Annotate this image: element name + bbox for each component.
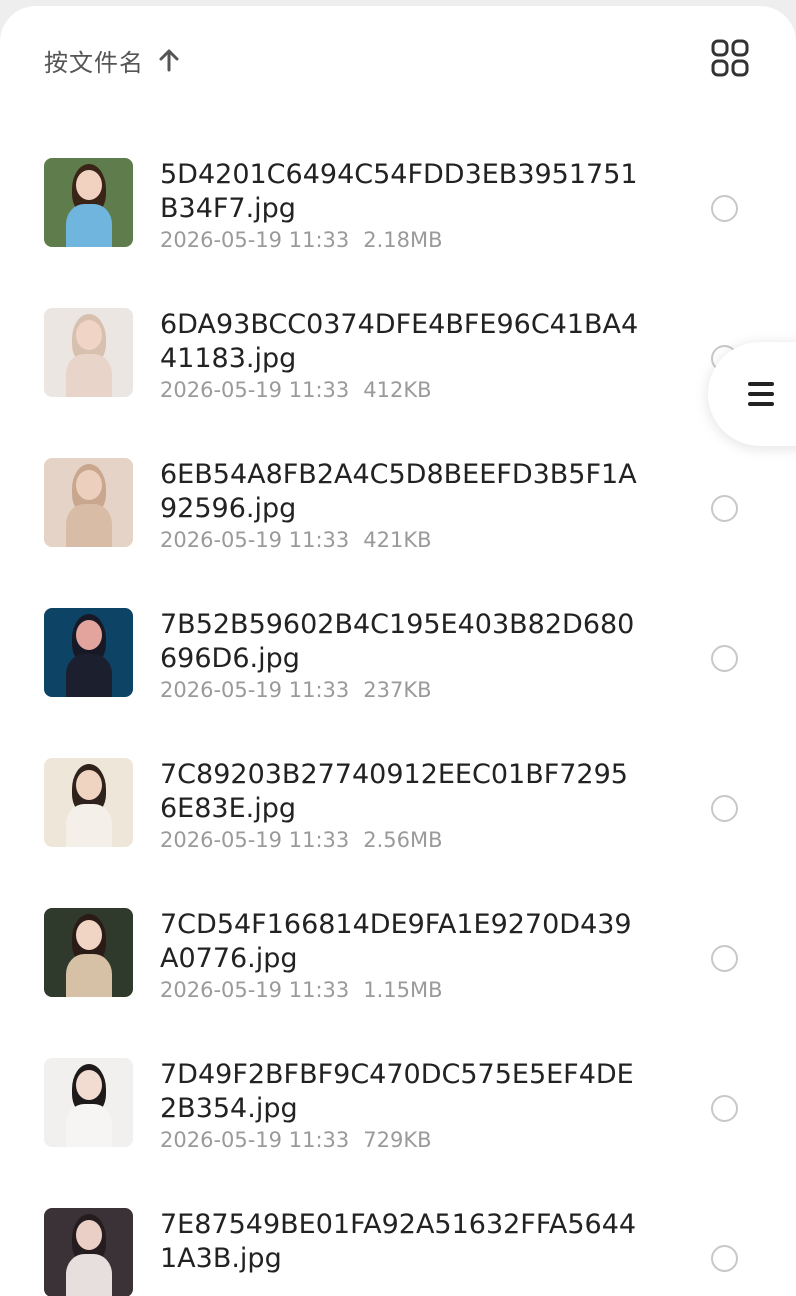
file-list-item[interactable]: 7C89203B27740912EEC01BF72956E83E.jpg 202… <box>0 718 796 868</box>
file-list-item[interactable]: 6EB54A8FB2A4C5D8BEEFD3B5F1A92596.jpg 202… <box>0 418 796 568</box>
select-checkbox[interactable] <box>711 645 738 672</box>
file-meta: 2026-05-19 11:33 729KB <box>160 1128 432 1152</box>
file-date: 2026-05-19 11:33 <box>160 678 350 702</box>
image-thumbnail <box>44 608 133 697</box>
select-checkbox[interactable] <box>711 1095 738 1122</box>
select-checkbox[interactable] <box>711 495 738 522</box>
file-name: 7B52B59602B4C195E403B82D680696D6.jpg <box>160 609 635 674</box>
file-list: 5D4201C6494C54FDD3EB3951751B34F7.jpg 202… <box>0 118 796 1296</box>
file-meta: 2026-05-19 11:33 1.15MB <box>160 978 443 1002</box>
file-meta <box>160 1278 174 1296</box>
file-date: 2026-05-19 11:33 <box>160 1128 350 1152</box>
file-date: 2026-05-19 11:33 <box>160 978 350 1002</box>
image-thumbnail <box>44 158 133 247</box>
list-header: 按文件名 <box>0 6 796 116</box>
grid-view-icon <box>711 39 749 81</box>
file-size: 412KB <box>363 378 432 402</box>
file-meta: 2026-05-19 11:33 412KB <box>160 378 432 402</box>
image-thumbnail <box>44 308 133 397</box>
file-name: 6EB54A8FB2A4C5D8BEEFD3B5F1A92596.jpg <box>160 459 637 524</box>
file-meta: 2026-05-19 11:33 2.18MB <box>160 228 443 252</box>
file-size: 2.18MB <box>363 228 443 252</box>
grid-view-button[interactable] <box>704 34 756 86</box>
select-checkbox[interactable] <box>711 195 738 222</box>
image-thumbnail <box>44 458 133 547</box>
image-thumbnail <box>44 1058 133 1147</box>
image-thumbnail <box>44 908 133 997</box>
file-name: 7E87549BE01FA92A51632FFA56441A3B.jpg <box>160 1209 637 1274</box>
file-size: 2.56MB <box>363 828 443 852</box>
select-checkbox[interactable] <box>711 795 738 822</box>
file-meta: 2026-05-19 11:33 421KB <box>160 528 432 552</box>
file-name: 7CD54F166814DE9FA1E9270D439A0776.jpg <box>160 909 632 974</box>
file-name: 6DA93BCC0374DFE4BFE96C41BA441183.jpg <box>160 309 639 374</box>
sort-label: 按文件名 <box>44 48 144 77</box>
file-list-item[interactable]: 7D49F2BFBF9C470DC575E5EF4DE2B354.jpg 202… <box>0 1018 796 1168</box>
arrow-up-icon <box>158 48 180 72</box>
sort-by-name-button[interactable]: 按文件名 <box>44 40 180 80</box>
file-size: 421KB <box>363 528 432 552</box>
menu-icon <box>748 381 774 407</box>
file-name: 5D4201C6494C54FDD3EB3951751B34F7.jpg <box>160 159 638 224</box>
file-size: 1.15MB <box>363 978 443 1002</box>
file-list-item[interactable]: 7CD54F166814DE9FA1E9270D439A0776.jpg 202… <box>0 868 796 1018</box>
file-list-item[interactable]: 5D4201C6494C54FDD3EB3951751B34F7.jpg 202… <box>0 118 796 268</box>
select-checkbox[interactable] <box>711 1245 738 1272</box>
file-size: 237KB <box>363 678 432 702</box>
image-thumbnail <box>44 1208 133 1296</box>
file-date: 2026-05-19 11:33 <box>160 378 350 402</box>
file-name: 7D49F2BFBF9C470DC575E5EF4DE2B354.jpg <box>160 1059 634 1124</box>
file-list-sheet: 按文件名 5D4201C6494C54FDD3EB3951751B34F7.jp… <box>0 6 796 1296</box>
file-list-item[interactable]: 6DA93BCC0374DFE4BFE96C41BA441183.jpg 202… <box>0 268 796 418</box>
file-date: 2026-05-19 11:33 <box>160 828 350 852</box>
file-size: 729KB <box>363 1128 432 1152</box>
file-date: 2026-05-19 11:33 <box>160 228 350 252</box>
file-list-item[interactable]: 7B52B59602B4C195E403B82D680696D6.jpg 202… <box>0 568 796 718</box>
file-meta: 2026-05-19 11:33 2.56MB <box>160 828 443 852</box>
file-date: 2026-05-19 11:33 <box>160 528 350 552</box>
image-thumbnail <box>44 758 133 847</box>
select-checkbox[interactable] <box>711 945 738 972</box>
file-list-item[interactable]: 7E87549BE01FA92A51632FFA56441A3B.jpg <box>0 1168 796 1296</box>
file-name: 7C89203B27740912EEC01BF72956E83E.jpg <box>160 759 628 824</box>
file-meta: 2026-05-19 11:33 237KB <box>160 678 432 702</box>
